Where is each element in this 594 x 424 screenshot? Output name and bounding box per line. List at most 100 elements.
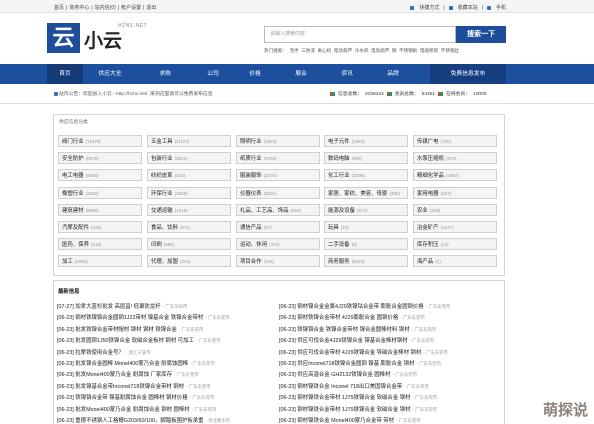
search-button[interactable]: 搜索一下: [456, 26, 506, 43]
category-name[interactable]: 包装行业: [151, 156, 173, 162]
site-name[interactable]: 小云: [84, 26, 122, 53]
news-title[interactable]: 供应可伐合金4J29铁镍合金 镍基合金棒材钢材: [297, 338, 407, 344]
nav-item[interactable]: 供应大全: [87, 64, 133, 84]
category-item[interactable]: 水泵压缩机 (573): [413, 152, 497, 165]
nav-item[interactable]: 求购: [142, 64, 188, 84]
category-name[interactable]: 五金工具: [151, 139, 173, 145]
category-item[interactable]: 医药、保养 (519): [58, 238, 142, 251]
category-item[interactable]: 汽摩及配件 (435): [58, 221, 142, 233]
category-item[interactable]: 礼品、工艺品、饰品 (554): [236, 203, 320, 216]
category-item[interactable]: 纺织皮革 (453): [147, 169, 231, 182]
category-item[interactable]: 精细化学品 (4567): [413, 169, 497, 182]
category-name[interactable]: 家用电器: [417, 191, 439, 197]
category-name[interactable]: 库存积压: [417, 242, 439, 248]
top-right-link[interactable]: 收藏本站: [458, 5, 478, 11]
news-title[interactable]: 钢材镍铁合金 Monel400蒙乃合金带 带材: [297, 418, 394, 424]
category-name[interactable]: 纸质行业: [240, 156, 262, 162]
category-name[interactable]: 商务服务: [328, 259, 350, 265]
news-title[interactable]: 供应Inconel718铁镍合金圆钢 镍基 膨胀合金 钢材: [297, 361, 414, 367]
category-name[interactable]: 服装服饰: [240, 173, 262, 179]
category-item[interactable]: 能源及设备 (672): [324, 203, 408, 216]
free-post-button[interactable]: 免费信息发布: [430, 64, 506, 84]
nav-item[interactable]: 首页: [47, 64, 83, 84]
category-name[interactable]: 通信产品: [240, 225, 262, 231]
category-name[interactable]: 礼品、工艺品、饰品: [240, 208, 289, 214]
category-item[interactable]: 玩具 (19): [324, 221, 408, 233]
news-title[interactable]: 钢材镍合金金属4J29铁镍钴合金带 膨胀合金圆钢价格: [297, 304, 423, 310]
category-item[interactable]: 家用电器 (627): [413, 186, 497, 199]
category-item[interactable]: 印刷 (665): [147, 238, 231, 251]
category-item[interactable]: 冶金矿产 (4247): [413, 221, 497, 233]
hot-search-link[interactable]: 电缆桥架: [420, 48, 438, 53]
news-title[interactable]: 钢材铁镍铬合金圆钢1J22带材 镍基合金 铁镍合金带材: [75, 315, 203, 321]
category-item[interactable]: 照明行业 (2629): [236, 135, 320, 147]
news-item[interactable]: [07-27] 加拿大蓝杉批发 高层昌! 低聚防龙杆 - 广东深圳市: [57, 301, 277, 313]
category-name[interactable]: 食品、饮料: [151, 225, 178, 231]
news-title[interactable]: 铁镍铬合金带 镍基耐腐蚀合金 圆棒材 钢材价格: [75, 395, 187, 401]
category-name[interactable]: 仪器仪表: [240, 191, 262, 197]
news-item[interactable]: [06-23] 供应Inconel718铁镍合金圆钢 镍基 膨胀合金 钢材 - 广…: [279, 358, 499, 370]
category-name[interactable]: 纺织皮革: [151, 173, 173, 179]
news-item[interactable]: [06-23] 批发镍合金圆棒 Monel400蒙乃合金 耐腐蚀圆棒 - 广东东莞…: [57, 358, 277, 370]
news-item[interactable]: [06-23] 铁镍铬合金带 镍基耐腐蚀合金 圆棒材 钢材价格 - 广东东莞市: [57, 392, 277, 404]
category-item[interactable]: 仪器仪表 (8531): [236, 186, 320, 199]
top-link[interactable]: 站内信(0): [95, 5, 116, 11]
top-right-link[interactable]: 快捷方式: [419, 5, 439, 11]
category-name[interactable]: 电工电器: [62, 173, 84, 179]
hot-search-link[interactable]: 离心机: [317, 48, 331, 53]
category-name[interactable]: 汽摩及配件: [62, 225, 89, 231]
news-title[interactable]: 重德不锈钢人工格栅G203/60/100，脚踏板围护板承重: [75, 418, 203, 424]
category-name[interactable]: 环保行业: [151, 191, 173, 197]
category-item[interactable]: 建筑建材 (8686): [58, 203, 142, 216]
category-item[interactable]: 二手设备 (5): [324, 238, 408, 251]
category-name[interactable]: 农业: [417, 208, 428, 214]
nav-item[interactable]: 公司: [190, 64, 236, 84]
news-item[interactable]: [06-23] 批发Monel400蒙乃合金 耐腐蚀 厂家库存 - 广东东莞市: [57, 369, 277, 381]
category-item[interactable]: 农业 (426): [413, 203, 497, 216]
hot-search-link[interactable]: 电动葫芦: [371, 48, 389, 53]
hot-search-link[interactable]: 电动葫芦: [334, 48, 352, 53]
news-title[interactable]: 供应高温合金 GH2132铁镍合金 圆棒材: [297, 372, 390, 378]
news-item[interactable]: [06-23] 铁镍铬合金 铁镍合金带材 镍合金圆棒材料 钢材 - 广东东莞市: [279, 324, 499, 336]
news-title[interactable]: 钢材镍铁合金带材 1J79铁镍合金 软磁合金 钢材: [297, 407, 410, 413]
search-input[interactable]: 请输入搜索内容: [264, 26, 456, 43]
hot-search-link[interactable]: 不锈钢板: [399, 48, 417, 53]
news-title[interactable]: 钢材镍铁合金 Inconel 718出口美国镍合金带: [297, 384, 402, 390]
category-name[interactable]: 能源及设备: [328, 208, 355, 214]
category-name[interactable]: 电子元件: [328, 139, 350, 145]
news-title[interactable]: 钢材铁镍合金带材 4J29膨胀合金 圆钢价格: [297, 315, 398, 321]
top-link[interactable]: 首页: [54, 5, 64, 11]
news-item[interactable]: [06-23] 钢材铁镍合金带材 4J29膨胀合金 圆钢价格 - 广东东莞市: [279, 312, 499, 324]
news-item[interactable]: [06-23] 供应可伐合金4J29铁镍合金 镍基合金棒材钢材 - 广东东莞市: [279, 335, 499, 347]
category-item[interactable]: 代理、加盟 (234): [147, 255, 231, 268]
category-name[interactable]: 传媒广电: [417, 139, 439, 145]
hot-search-link[interactable]: 冷水机: [355, 48, 369, 53]
category-item[interactable]: 交通运输 (1915): [147, 203, 231, 216]
category-name[interactable]: 冶金矿产: [417, 225, 439, 231]
news-title[interactable]: 批发铁镍合金带材帽材 钢材 钢材 铁镍合金: [75, 327, 177, 333]
nav-item[interactable]: 资讯: [324, 64, 370, 84]
top-link[interactable]: 退出: [146, 5, 156, 11]
category-name[interactable]: 加工: [62, 259, 73, 265]
nav-item[interactable]: 品牌: [370, 64, 416, 84]
news-item[interactable]: [06-23] 钢材镍合金金属4J29铁镍钴合金带 膨胀合金圆钢价格 - 广东东莞…: [279, 301, 499, 313]
category-name[interactable]: 数码电脑: [328, 156, 350, 162]
news-title[interactable]: 铁镍铬合金 铁镍合金带材 镍合金圆棒材料 钢材: [297, 327, 409, 333]
news-title[interactable]: 批发圆钢1J50铁镍合金 软磁合金板材 钢材 可加工: [75, 338, 194, 344]
category-name[interactable]: 水泵压缩机: [417, 156, 444, 162]
news-title[interactable]: 批发Monel400蒙乃合金 耐腐蚀合金 钢材 圆棒材: [75, 407, 189, 413]
category-item[interactable]: 包装行业 (5613): [147, 152, 231, 165]
category-item[interactable]: 食品、饮料 (571): [147, 221, 231, 233]
category-item[interactable]: 通信产品 (97): [236, 221, 320, 233]
hot-search-link[interactable]: 钢: [392, 48, 397, 53]
category-name[interactable]: 海产品: [417, 259, 433, 265]
category-item[interactable]: 电子元件 (1583): [324, 135, 408, 147]
top-right-link[interactable]: 手机: [496, 5, 506, 11]
category-name[interactable]: 运动、休闲: [240, 242, 267, 248]
news-item[interactable]: [06-23] 供应可伐合金带材 4J29铁镍合金 导磁合金棒材 钢材 - 广东东…: [279, 347, 499, 359]
nav-item[interactable]: 价格: [232, 64, 278, 84]
news-item[interactable]: [06-23] 供应高温合金 GH2132铁镍合金 圆棒材 - 广东东莞市: [279, 369, 499, 381]
news-item[interactable]: [06-23] 批发Monel400蒙乃合金 耐腐蚀合金 钢材 圆棒材 - 广东东…: [57, 404, 277, 416]
category-name[interactable]: 二手设备: [328, 242, 350, 248]
category-name[interactable]: 精细化学品: [417, 173, 444, 179]
